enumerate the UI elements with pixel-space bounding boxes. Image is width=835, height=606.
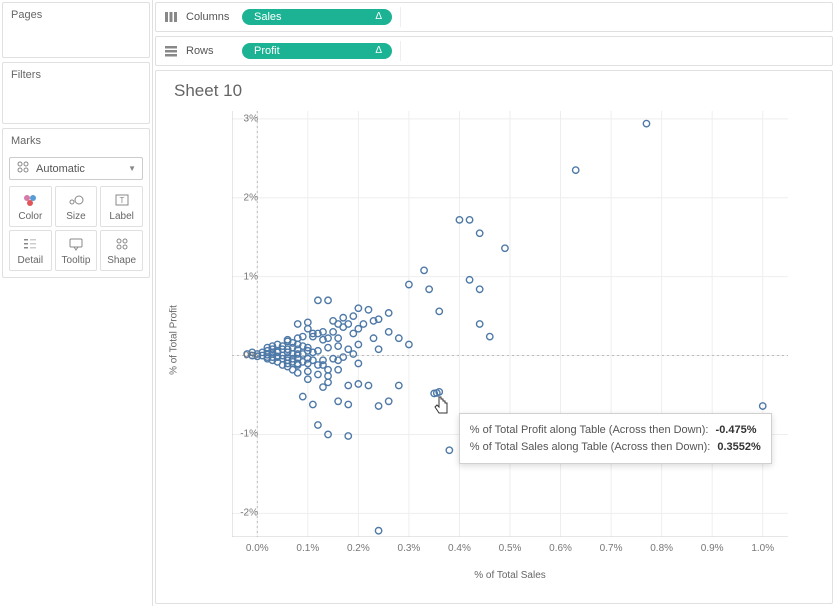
x-tick: 0.1%: [296, 543, 319, 554]
columns-label: Columns: [186, 11, 242, 23]
marks-title: Marks: [3, 129, 149, 153]
marks-label-button[interactable]: T Label: [100, 186, 143, 227]
rows-label: Rows: [186, 45, 242, 57]
detail-icon: [12, 235, 49, 253]
x-tick: 0.2%: [347, 543, 370, 554]
delta-icon: Δ: [375, 11, 382, 22]
y-tick: 3%: [244, 113, 258, 124]
x-tick: 0.8%: [650, 543, 673, 554]
scatter-plot[interactable]: [232, 111, 788, 537]
label-icon: T: [103, 191, 140, 209]
marks-size-label: Size: [58, 211, 95, 222]
tooltip-line2-label: % of Total Sales along Table (Across the…: [470, 441, 711, 453]
marks-color-button[interactable]: Color: [9, 186, 52, 227]
filters-title: Filters: [3, 63, 149, 87]
rows-pill-text: Profit: [254, 45, 280, 57]
marks-detail-label: Detail: [12, 255, 49, 266]
y-tick: -2%: [240, 508, 258, 519]
columns-shelf[interactable]: Columns Sales Δ: [155, 2, 833, 32]
pages-card[interactable]: Pages: [2, 2, 150, 58]
x-tick: 0.6%: [549, 543, 572, 554]
x-tick: 0.4%: [448, 543, 471, 554]
y-tick: 1%: [244, 271, 258, 282]
marks-tooltip-label: Tooltip: [58, 255, 95, 266]
delta-icon: Δ: [375, 45, 382, 56]
filters-card[interactable]: Filters: [2, 62, 150, 124]
marks-card: Marks Automatic ▼ Color Size T: [2, 128, 150, 278]
tooltip-line1-label: % of Total Profit along Table (Across th…: [470, 424, 709, 436]
columns-pill-text: Sales: [254, 11, 282, 23]
columns-pill[interactable]: Sales Δ: [242, 9, 392, 25]
svg-text:T: T: [119, 196, 124, 205]
size-icon: [58, 191, 95, 209]
marks-detail-button[interactable]: Detail: [9, 230, 52, 271]
marks-shape-label: Shape: [103, 255, 140, 266]
chevron-down-icon: ▼: [128, 164, 136, 173]
y-tick: -1%: [240, 429, 258, 440]
y-tick: 0%: [244, 350, 258, 361]
marks-tooltip-button[interactable]: Tooltip: [55, 230, 98, 271]
tooltip-box: % of Total Profit along Table (Across th…: [459, 413, 772, 464]
marks-shape-button[interactable]: Shape: [100, 230, 143, 271]
marks-color-label: Color: [12, 211, 49, 222]
x-tick: 0.7%: [600, 543, 623, 554]
pages-title: Pages: [3, 3, 149, 27]
y-tick: 2%: [244, 192, 258, 203]
x-tick: 0.3%: [398, 543, 421, 554]
rows-pill[interactable]: Profit Δ: [242, 43, 392, 59]
cursor-hand-icon: [433, 395, 451, 420]
tooltip-line2-value: 0.3552%: [717, 441, 760, 453]
rows-shelf[interactable]: Rows Profit Δ: [155, 36, 833, 66]
tooltip-icon: [58, 235, 95, 253]
x-tick: 0.9%: [701, 543, 724, 554]
marks-type-dropdown[interactable]: Automatic ▼: [9, 157, 143, 180]
y-axis-label: % of Total Profit: [169, 305, 180, 375]
rows-icon: [162, 45, 180, 57]
chart-zone[interactable]: % of Total Profit -2%-1%0%1%2%3% 0.0%0.1…: [180, 105, 820, 575]
sheet-title[interactable]: Sheet 10: [174, 81, 820, 101]
x-axis-label: % of Total Sales: [232, 570, 788, 581]
tooltip-line1-value: -0.475%: [716, 424, 757, 436]
sheet-area: Sheet 10 % of Total Profit -2% -1% 0% 1% 2% 3…: [155, 70, 833, 604]
shape-icon: [103, 235, 140, 253]
color-icon: [12, 191, 49, 209]
x-tick: 0.5%: [499, 543, 522, 554]
x-tick: 1.0%: [751, 543, 774, 554]
automatic-shape-icon: [16, 161, 30, 176]
marks-label-label: Label: [103, 211, 140, 222]
x-tick: 0.0%: [246, 543, 269, 554]
columns-icon: [162, 11, 180, 23]
marks-type-label: Automatic: [36, 163, 128, 175]
marks-size-button[interactable]: Size: [55, 186, 98, 227]
